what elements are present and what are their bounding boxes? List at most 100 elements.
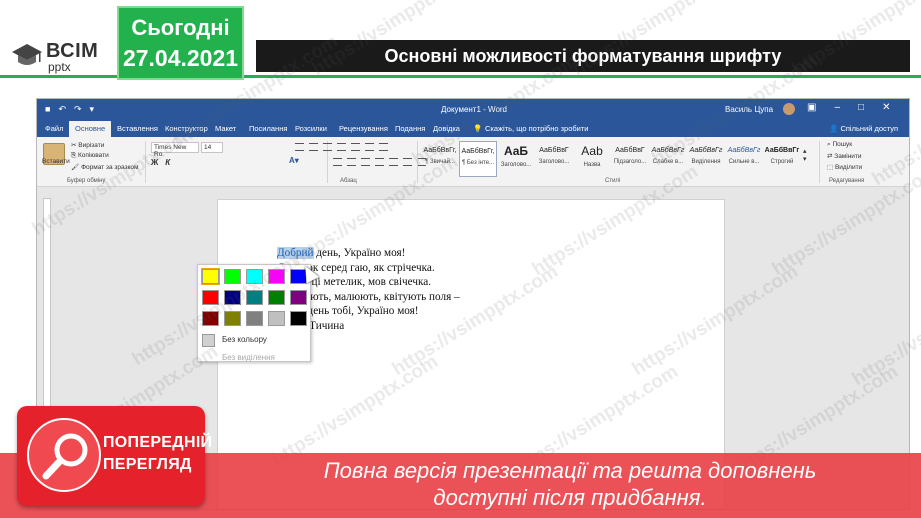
tell-me-search[interactable]: Скажіть, що потрібно зробити bbox=[485, 124, 589, 133]
tab-review[interactable]: Рецензування bbox=[339, 124, 388, 133]
badge-line1: ПОПЕРЕДНІЙ bbox=[103, 434, 213, 451]
align-left-icon[interactable] bbox=[333, 158, 342, 166]
style-subtitle[interactable]: АаБбВвГ Підзаголо... bbox=[611, 141, 649, 177]
vsim-pptx-logo: ВСІМ pptx bbox=[12, 38, 112, 78]
style-name: Підзаголо... bbox=[613, 159, 647, 165]
color-swatch[interactable] bbox=[202, 311, 219, 326]
tab-home[interactable]: Основне bbox=[69, 121, 112, 137]
color-swatch[interactable] bbox=[224, 290, 241, 305]
font-name-box[interactable]: Times New Ro bbox=[151, 142, 199, 158]
align-buttons-row bbox=[333, 158, 426, 166]
styles-scroll-icon[interactable]: ▴ ▾ bbox=[803, 147, 807, 163]
color-swatch[interactable] bbox=[201, 268, 220, 285]
align-right-icon[interactable] bbox=[361, 158, 370, 166]
style-heading-2[interactable]: АаБбВвГ Заголово... bbox=[535, 141, 573, 177]
style-normal[interactable]: АаБбВвГг, ¶ Звичай... bbox=[421, 141, 459, 177]
format-painter-label: Формат за зразком bbox=[81, 164, 139, 171]
share-button[interactable]: 👤 Спільний доступ bbox=[829, 124, 898, 133]
style-sample: АаБбВвГг, bbox=[423, 147, 457, 154]
style-sample: АаБбВвГ bbox=[539, 147, 569, 154]
window-controls: ▣ – □ ✕ bbox=[807, 102, 890, 113]
tab-layout[interactable]: Макет bbox=[215, 124, 236, 133]
close-icon[interactable]: ✕ bbox=[882, 102, 890, 113]
copy-label: Копіювати bbox=[78, 152, 109, 159]
align-center-icon[interactable] bbox=[347, 158, 356, 166]
select-button[interactable]: ⬚ Виділити bbox=[827, 163, 862, 171]
style-intense-emphasis[interactable]: АаБбВвГг Сильне в... bbox=[725, 141, 763, 177]
color-swatch[interactable] bbox=[268, 290, 285, 305]
today-label: Сьогодні bbox=[131, 15, 230, 40]
editing-group-label: Редагування bbox=[829, 178, 865, 184]
no-color-option[interactable]: Без кольору bbox=[222, 335, 267, 344]
style-name: Сильне в... bbox=[728, 159, 760, 165]
maximize-icon[interactable]: □ bbox=[858, 102, 864, 113]
tab-insert[interactable]: Вставлення bbox=[117, 124, 158, 133]
topic-title: Основні можливості форматування шрифту bbox=[256, 40, 910, 72]
cut-button[interactable]: ✂ Вирізати bbox=[71, 141, 104, 149]
tab-help[interactable]: Довідка bbox=[433, 124, 460, 133]
format-painter-button[interactable]: 🖌 Формат за зразком bbox=[71, 163, 138, 171]
style-sample: АаБбВвГг bbox=[727, 147, 761, 154]
find-button[interactable]: ⌕ Пошук bbox=[827, 141, 852, 149]
font-size-box[interactable]: 14 bbox=[201, 142, 223, 153]
shading-icon[interactable] bbox=[403, 158, 412, 166]
preview-badge[interactable]: ПОПЕРЕДНІЙ ПЕРЕГЛЯД bbox=[17, 406, 212, 506]
paste-button[interactable]: Вставити bbox=[42, 158, 70, 165]
list-buttons-row bbox=[295, 143, 388, 151]
avatar[interactable] bbox=[783, 103, 795, 115]
style-heading-1[interactable]: АаБ Заголово... bbox=[497, 141, 535, 177]
tab-design[interactable]: Конструктор bbox=[165, 124, 208, 133]
document-title: Документ1 - Word bbox=[440, 105, 507, 114]
style-sample: АаБбВвГг bbox=[651, 147, 685, 154]
magnifier-icon bbox=[42, 433, 88, 480]
bold-button[interactable]: Ж bbox=[151, 158, 158, 167]
style-strong[interactable]: АаБбВвГг Строгий bbox=[763, 141, 801, 177]
style-title[interactable]: Ааb Назва bbox=[573, 141, 611, 177]
style-no-spacing[interactable]: АаБбВвГг, ¶ Без інте... bbox=[459, 141, 497, 177]
style-sample: Ааb bbox=[581, 144, 603, 158]
style-name: Строгий bbox=[770, 159, 794, 165]
replace-button[interactable]: ⇄ Замінити bbox=[827, 152, 862, 160]
tab-references[interactable]: Посилання bbox=[249, 124, 287, 133]
color-swatch[interactable] bbox=[290, 311, 307, 326]
tab-view[interactable]: Подання bbox=[395, 124, 425, 133]
italic-button[interactable]: К bbox=[165, 158, 170, 167]
styles-group-label: Стилі bbox=[605, 178, 621, 184]
bullets-icon[interactable] bbox=[295, 143, 304, 151]
color-swatch[interactable] bbox=[246, 290, 263, 305]
show-marks-icon[interactable] bbox=[379, 143, 388, 151]
share-label: Спільний доступ bbox=[840, 124, 899, 133]
color-swatch[interactable] bbox=[202, 290, 219, 305]
justify-icon[interactable] bbox=[375, 158, 384, 166]
ribbon: Вставити ✂ Вирізати ⎘ Копіювати 🖌 Формат… bbox=[37, 137, 909, 187]
numbering-icon[interactable] bbox=[309, 143, 318, 151]
color-swatch[interactable] bbox=[224, 269, 241, 284]
minimize-icon[interactable]: – bbox=[834, 102, 840, 113]
decrease-indent-icon[interactable] bbox=[337, 143, 346, 151]
color-swatch[interactable] bbox=[268, 269, 285, 284]
style-emphasis[interactable]: АаБбВвГг Виділення bbox=[687, 141, 725, 177]
find-label: Пошук bbox=[832, 141, 853, 148]
color-swatch[interactable] bbox=[246, 311, 263, 326]
color-swatch[interactable] bbox=[224, 311, 241, 326]
multilevel-list-icon[interactable] bbox=[323, 143, 332, 151]
color-swatch[interactable] bbox=[290, 290, 307, 305]
user-name[interactable]: Василь Цупа bbox=[725, 105, 773, 114]
highlighted-word: Добрий bbox=[277, 247, 314, 259]
line-spacing-icon[interactable] bbox=[389, 158, 398, 166]
sort-icon[interactable] bbox=[365, 143, 374, 151]
color-swatch[interactable] bbox=[246, 269, 263, 284]
text-line-rest: день, Україно моя! bbox=[313, 247, 406, 259]
color-swatch[interactable] bbox=[268, 311, 285, 326]
style-subtle-emphasis[interactable]: АаБбВвГг Слабке в... bbox=[649, 141, 687, 177]
style-name: ¶ Без інте... bbox=[461, 160, 495, 166]
copy-button[interactable]: ⎘ Копіювати bbox=[71, 152, 109, 160]
tab-mailings[interactable]: Розсилки bbox=[295, 124, 327, 133]
lightbulb-icon: 💡 bbox=[473, 124, 483, 133]
ribbon-display-icon[interactable]: ▣ bbox=[807, 102, 816, 113]
font-color-button[interactable]: A▾ bbox=[289, 156, 299, 165]
tab-file[interactable]: Файл bbox=[45, 124, 63, 133]
increase-indent-icon[interactable] bbox=[351, 143, 360, 151]
text-line: Добрий день, Україно моя! bbox=[277, 246, 460, 261]
clipboard-group-label: Буфер обміну bbox=[67, 178, 106, 184]
